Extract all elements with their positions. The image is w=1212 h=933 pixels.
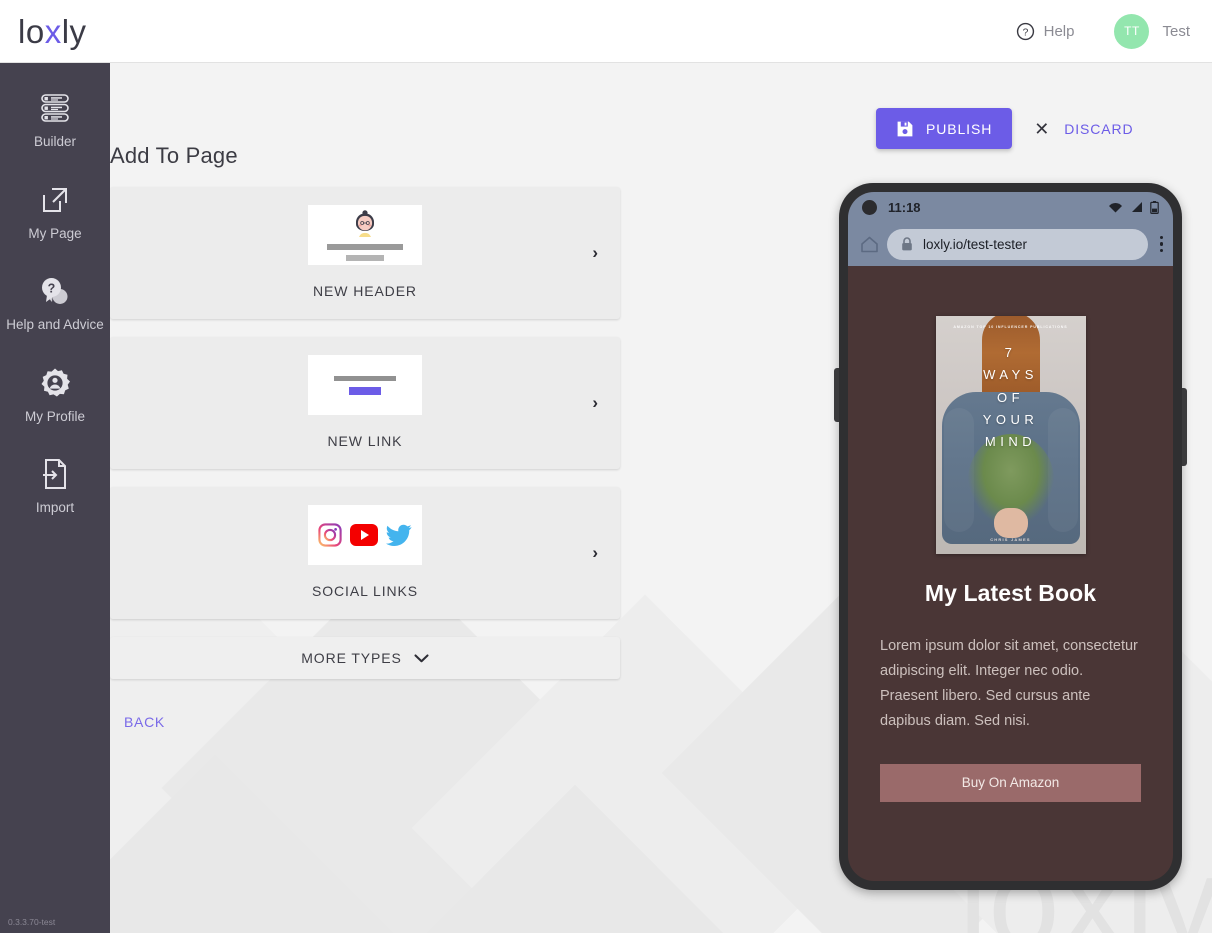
publish-button[interactable]: PUBLISH xyxy=(876,108,1013,149)
placeholder-bar-button xyxy=(349,386,381,395)
cover-title-line: MIND xyxy=(984,434,1037,450)
placeholder-bar-small xyxy=(346,254,384,261)
cover-title-line: YOUR xyxy=(982,412,1039,428)
book-cover-image: AMAZON TOP 10 INFLUENCER PUBLICATIONS 7 … xyxy=(935,316,1086,554)
status-time: 11:18 xyxy=(888,199,921,215)
avatar-initials: TT xyxy=(1124,24,1140,38)
sidebar-item-label: Help and Advice xyxy=(6,317,104,333)
help-button[interactable]: ? Help xyxy=(1016,22,1075,41)
avatar[interactable]: TT xyxy=(1114,13,1150,49)
card-new-header[interactable]: NEW HEADER › xyxy=(110,187,620,319)
preview-cta-button[interactable]: Buy On Amazon xyxy=(880,763,1141,802)
social-icon-row xyxy=(318,523,412,547)
back-link[interactable]: BACK xyxy=(124,714,165,730)
phone-preview-frame: 11:18 loxly.io/test-tester AMAZON TOP 10… xyxy=(834,183,1187,890)
user-name[interactable]: Test xyxy=(1162,23,1190,40)
link-bars-thumb xyxy=(308,355,422,415)
more-types-button[interactable]: MORE TYPES xyxy=(110,637,620,679)
card-label: SOCIAL LINKS xyxy=(312,583,418,599)
list-builder-icon xyxy=(38,89,72,127)
question-bubble-icon: ? xyxy=(38,272,72,310)
chevron-right-icon: › xyxy=(592,243,598,262)
sidebar-item-builder[interactable]: Builder xyxy=(0,87,110,152)
sidebar-item-help-and-advice[interactable]: ? Help and Advice xyxy=(0,270,110,335)
help-label: Help xyxy=(1043,22,1075,40)
battery-icon xyxy=(1150,200,1159,214)
wifi-icon xyxy=(1109,203,1122,213)
close-icon: ✕ xyxy=(1034,118,1051,139)
lock-icon xyxy=(902,237,912,251)
file-import-icon xyxy=(41,455,69,493)
logo-accent: x xyxy=(44,12,62,50)
app-root: loxly ? Help TT Test Builder My Page ? H… xyxy=(0,0,1212,933)
phone-side-button-left xyxy=(834,368,839,422)
social-icons-thumb xyxy=(308,505,422,565)
cover-title-line: 7 xyxy=(1004,345,1017,360)
card-label: NEW HEADER xyxy=(313,283,417,299)
card-social-links[interactable]: SOCIAL LINKS › xyxy=(110,487,620,619)
page-title: Add To Page xyxy=(110,143,238,168)
cover-title-line: OF xyxy=(996,389,1025,405)
url-text: loxly.io/test-tester xyxy=(923,236,1028,252)
svg-text:?: ? xyxy=(1022,27,1028,38)
phone-screen: 11:18 loxly.io/test-tester AMAZON TOP 10… xyxy=(848,192,1173,881)
youtube-icon xyxy=(350,524,378,546)
publish-label: PUBLISH xyxy=(926,120,993,137)
external-link-icon xyxy=(40,181,70,219)
sidebar-item-my-page[interactable]: My Page xyxy=(0,179,110,244)
cover-title-line: WAYS xyxy=(983,367,1038,383)
card-new-link[interactable]: NEW LINK › xyxy=(110,337,620,469)
sidebar-item-label: My Page xyxy=(28,225,82,241)
preview-page-body: AMAZON TOP 10 INFLUENCER PUBLICATIONS 7 … xyxy=(848,266,1173,802)
person-avatar-icon xyxy=(356,209,374,237)
home-icon[interactable] xyxy=(860,235,879,254)
status-icon-group xyxy=(1108,200,1159,214)
sidebar: Builder My Page ? Help and Advice My Pro… xyxy=(0,63,110,933)
top-bar-right: ? Help TT Test xyxy=(1016,13,1190,49)
cover-top-text: AMAZON TOP 10 INFLUENCER PUBLICATIONS xyxy=(953,325,1068,329)
gear-person-icon xyxy=(39,364,71,402)
sidebar-item-label: Builder xyxy=(33,134,77,149)
chevron-right-icon: › xyxy=(592,543,598,562)
discard-label: DISCARD xyxy=(1064,120,1134,137)
svg-text:?: ? xyxy=(48,282,56,296)
help-circle-icon: ? xyxy=(1016,22,1034,40)
placeholder-bar-large xyxy=(327,243,403,250)
sidebar-item-label: Import xyxy=(35,500,75,516)
chevron-right-icon: › xyxy=(592,393,598,412)
phone-status-bar: 11:18 xyxy=(848,192,1173,222)
add-to-page-panel: Add To Page NEW HEADER › NEW LINK › SOCI… xyxy=(110,143,620,732)
url-bar[interactable]: loxly.io/test-tester xyxy=(887,228,1148,260)
save-icon xyxy=(897,121,913,136)
sidebar-item-my-profile[interactable]: My Profile xyxy=(0,362,110,427)
app-version: 0.3.3.70-test xyxy=(8,917,56,927)
cover-author: CHRIS JAMES xyxy=(990,537,1031,542)
cover-title: 7 WAYS OF YOUR MIND xyxy=(936,342,1086,454)
browser-menu-icon[interactable] xyxy=(1159,235,1163,253)
placeholder-bar-text xyxy=(334,375,396,381)
twitter-icon xyxy=(386,524,412,546)
preview-block-text: Lorem ipsum dolor sit amet, consectetur … xyxy=(880,638,1138,729)
logo-part-2: ly xyxy=(61,12,87,50)
action-buttons: PUBLISH ✕ DISCARD xyxy=(876,108,1134,149)
more-types-label: MORE TYPES xyxy=(301,650,402,666)
signal-icon xyxy=(1132,202,1142,212)
sidebar-item-import[interactable]: Import xyxy=(0,453,110,518)
instagram-icon xyxy=(318,523,342,547)
camera-punch-hole xyxy=(862,199,877,215)
preview-cta-label: Buy On Amazon xyxy=(961,775,1060,791)
sidebar-item-label: My Profile xyxy=(24,408,85,424)
discard-button[interactable]: ✕ DISCARD xyxy=(1034,120,1133,138)
phone-side-button-right xyxy=(1182,388,1187,466)
card-label: NEW LINK xyxy=(327,433,403,449)
phone-browser-bar: loxly.io/test-tester xyxy=(848,222,1173,266)
logo-part-1: lo xyxy=(18,12,45,50)
app-logo[interactable]: loxly xyxy=(18,15,87,48)
avatar-header-thumb xyxy=(308,205,422,265)
preview-block-title: My Latest Book xyxy=(924,580,1097,606)
top-bar: loxly ? Help TT Test xyxy=(0,0,1212,63)
chevron-down-icon xyxy=(414,653,429,662)
